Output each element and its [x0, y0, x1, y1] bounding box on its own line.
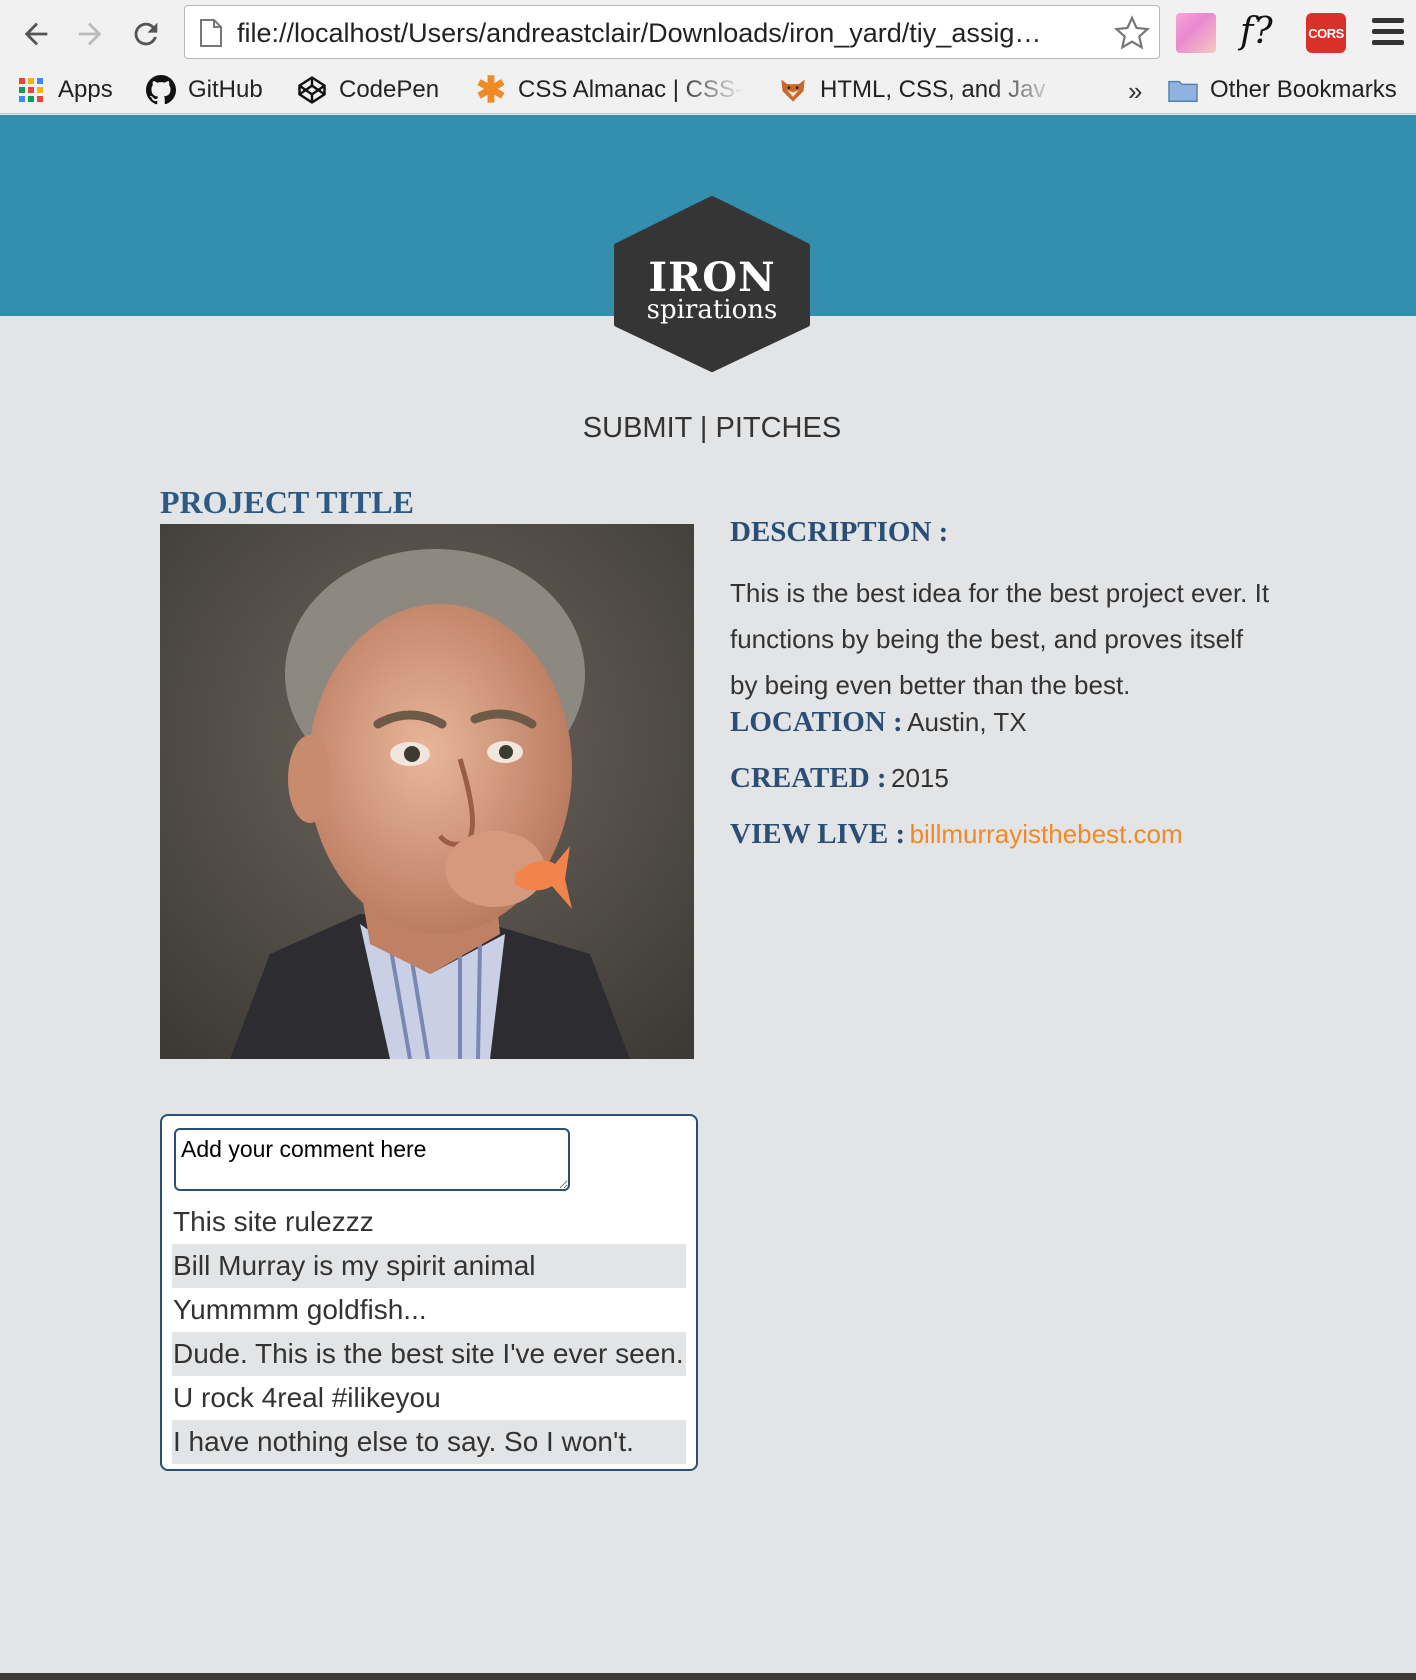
created-label: CREATED : [730, 762, 887, 794]
location-label: LOCATION : [730, 706, 903, 738]
comment-list: This site rulezzz Bill Murray is my spir… [172, 1200, 686, 1464]
project-photo [160, 524, 694, 1059]
page-icon [200, 19, 222, 47]
comment-item: I have nothing else to say. So I won't. [172, 1420, 686, 1464]
back-arrow-icon [24, 22, 48, 46]
url-text[interactable]: file://localhost/Users/andreastclair/Dow… [237, 18, 1097, 48]
comment-item: This site rulezzz [173, 1206, 374, 1237]
bookmark-label: HTML, CSS, and Jav [820, 76, 1046, 103]
github-icon [146, 75, 176, 105]
fquery-extension-icon[interactable]: f? [1240, 10, 1273, 54]
view-live-label: VIEW LIVE : [730, 818, 906, 850]
view-live-link[interactable]: billmurrayisthebest.com [910, 819, 1183, 849]
other-bookmarks-label: Other Bookmarks [1210, 76, 1397, 103]
nav-submit-link[interactable]: SUBMIT [583, 412, 692, 444]
bookmark-codepen[interactable]: CodePen [297, 74, 439, 106]
comment-item: Bill Murray is my spirit animal [172, 1244, 686, 1288]
comment-item: U rock 4real #ilikeyou [173, 1382, 441, 1413]
logo-line2: spirations [646, 295, 778, 325]
back-button[interactable] [16, 14, 56, 54]
created-row: CREATED : 2015 [730, 762, 949, 795]
location-value: Austin, TX [907, 707, 1027, 737]
reload-button[interactable] [126, 14, 166, 54]
asterisk-icon: ✱ [475, 69, 507, 110]
color-extension-icon[interactable] [1176, 13, 1216, 53]
codepen-icon [297, 75, 327, 105]
reload-icon [134, 22, 158, 46]
nav-pitches-link[interactable]: PITCHES [716, 412, 842, 444]
window-bottom-edge [0, 1673, 1416, 1680]
created-value: 2015 [891, 763, 949, 793]
comments-box: This site rulezzz Bill Murray is my spir… [160, 1114, 698, 1471]
description-text: This is the best idea for the best proje… [730, 578, 1270, 700]
project-title: PROJECT TITLE [160, 484, 415, 520]
folder-icon [1168, 75, 1198, 105]
bookmark-github[interactable]: GitHub [146, 74, 263, 106]
menu-hamburger-icon[interactable] [1372, 18, 1404, 48]
bookmark-label: GitHub [188, 76, 263, 103]
bookmarks-overflow-button[interactable]: » [1128, 76, 1142, 107]
forward-arrow-icon [78, 22, 102, 46]
address-bar[interactable]: file://localhost/Users/andreastclair/Dow… [184, 5, 1160, 59]
view-live-row: VIEW LIVE : billmurrayisthebest.com [730, 818, 1183, 851]
logo-line1: IRON [648, 254, 776, 301]
bookmark-html-css-js[interactable]: HTML, CSS, and Jav [778, 74, 1060, 106]
bookmarks-bar: Apps GitHub CodePen ✱ CSS Almanac | CSS-… [0, 66, 1416, 114]
bookmark-label: CodePen [339, 76, 440, 103]
bookmark-css-almanac[interactable]: ✱ CSS Almanac | CSS- [475, 69, 744, 110]
other-bookmarks[interactable]: Other Bookmarks [1168, 74, 1397, 106]
main-nav: SUBMIT | PITCHES [0, 412, 1416, 445]
site-logo[interactable]: IRON spirations [612, 196, 812, 372]
fox-icon [778, 75, 808, 105]
apps-grid-icon [16, 75, 46, 105]
bookmark-label: Apps [58, 76, 113, 103]
comment-input[interactable] [174, 1128, 570, 1191]
description-label: DESCRIPTION : [730, 516, 949, 548]
forward-button[interactable] [70, 14, 110, 54]
comment-item: Yummmm goldfish... [173, 1294, 427, 1325]
bookmark-label: CSS Almanac | CSS- [518, 76, 743, 103]
cors-extension-icon[interactable]: CORS [1306, 13, 1346, 53]
comment-item: Dude. This is the best site I've ever se… [172, 1332, 686, 1376]
location-row: LOCATION : Austin, TX [730, 706, 1027, 739]
bookmark-apps[interactable]: Apps [16, 74, 113, 106]
nav-separator: | [691, 412, 716, 444]
bookmark-star-icon[interactable] [1113, 14, 1151, 52]
browser-toolbar: file://localhost/Users/andreastclair/Dow… [0, 0, 1416, 66]
